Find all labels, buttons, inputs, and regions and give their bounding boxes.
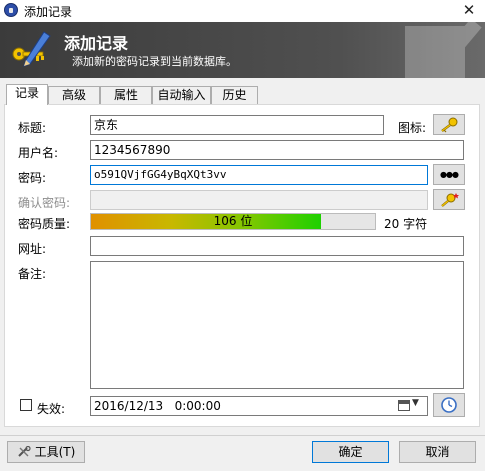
tab-entry[interactable]: 记录 — [6, 84, 48, 105]
window-title: 添加记录 — [24, 5, 73, 19]
password-generator-button[interactable] — [433, 189, 465, 210]
tab-properties[interactable]: 属性 — [100, 86, 152, 104]
tab-auto-type[interactable]: 自动输入 — [152, 86, 211, 104]
password-quality-bits: 106 位 — [213, 214, 253, 228]
url-label: 网址: — [18, 242, 47, 256]
title-label: 标题: — [18, 121, 47, 135]
icon-label: 图标: — [398, 121, 427, 135]
expiry-datetime-picker[interactable]: 2016/12/13 0:00:00 — [90, 396, 428, 416]
icon-picker-button[interactable] — [433, 114, 465, 135]
expiry-presets-button[interactable] — [433, 393, 465, 417]
tools-button-label: 工具(T) — [34, 445, 76, 459]
expires-label: 失效: — [37, 402, 66, 416]
password-quality-bar: 106 位 — [90, 213, 376, 230]
expires-checkbox[interactable] — [20, 399, 32, 411]
notes-label: 备注: — [18, 267, 47, 281]
confirm-password-label: 确认密码: — [18, 196, 71, 210]
password-label: 密码: — [18, 171, 47, 185]
cancel-button[interactable]: 取消 — [399, 441, 476, 463]
add-entry-icon — [12, 31, 51, 67]
footer-divider — [0, 435, 485, 436]
title-bar: 添加记录 ✕ — [0, 0, 485, 22]
key-icon — [441, 117, 458, 133]
password-input[interactable]: o591QVjfGG4yBqXQt3vv — [90, 165, 428, 185]
app-lock-icon — [4, 3, 18, 17]
password-quality-label: 密码质量: — [18, 217, 71, 231]
show-password-button[interactable]: ●●● — [433, 164, 465, 185]
password-length-text: 20 字符 — [384, 217, 428, 231]
clock-icon — [441, 397, 457, 413]
tab-advanced[interactable]: 高级 — [48, 86, 100, 104]
tools-button[interactable]: 工具(T) — [7, 441, 85, 463]
calendar-icon[interactable] — [398, 400, 410, 411]
generator-key-icon — [441, 193, 459, 207]
chevron-down-icon[interactable]: ▼ — [412, 398, 419, 408]
ok-button[interactable]: 确定 — [312, 441, 389, 463]
tab-history[interactable]: 历史 — [211, 86, 258, 104]
close-button[interactable]: ✕ — [459, 1, 479, 19]
expiry-datetime-value: 2016/12/13 0:00:00 — [94, 399, 221, 413]
username-label: 用户名: — [18, 146, 59, 160]
url-input[interactable] — [90, 236, 464, 256]
confirm-password-input — [90, 190, 428, 210]
notes-textarea[interactable] — [90, 261, 464, 389]
banner-title: 添加记录 — [64, 34, 129, 53]
banner-watermark-icon — [405, 22, 482, 78]
header-banner: 添加记录 添加新的密码记录到当前数据库。 — [0, 22, 485, 78]
wrench-icon — [18, 445, 31, 457]
title-input[interactable]: 京东 — [90, 115, 384, 135]
banner-subtitle: 添加新的密码记录到当前数据库。 — [72, 55, 237, 68]
username-input[interactable]: 1234567890 — [90, 140, 464, 160]
